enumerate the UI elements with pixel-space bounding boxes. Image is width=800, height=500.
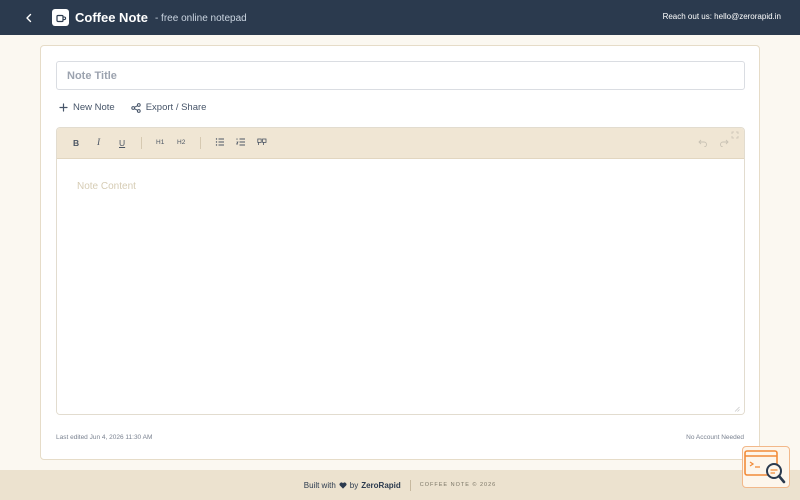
chevron-left-icon	[26, 13, 32, 22]
note-content-area[interactable]: Note Content	[57, 159, 744, 414]
search-window-icon	[744, 450, 786, 484]
toolbar-divider	[141, 137, 142, 149]
copyright-text: COFFEE NOTE © 2026	[419, 482, 497, 488]
note-editor: B I U H1 H2 Note Content	[56, 127, 745, 415]
bullet-list-icon	[215, 138, 224, 146]
quote-icon	[257, 138, 267, 145]
note-title-input[interactable]	[56, 61, 745, 90]
plus-icon	[59, 103, 68, 112]
heading1-button[interactable]: H1	[156, 139, 164, 146]
underline-button[interactable]: U	[119, 138, 125, 148]
resize-handle-icon[interactable]	[734, 406, 740, 412]
app-title: Coffee Note	[75, 10, 148, 25]
account-status: No Account Needed	[686, 434, 744, 441]
redo-button[interactable]	[719, 137, 729, 147]
app-subtitle: - free online notepad	[154, 12, 247, 24]
last-edited-timestamp: Last edited Jun 4, 2026 11:30 AM	[56, 434, 153, 441]
bold-button[interactable]: B	[73, 138, 79, 148]
brand-link[interactable]: ZeroRapid	[361, 481, 401, 490]
contact-link[interactable]: Reach out us: hello@zerorapid.in	[663, 12, 781, 21]
note-actions: New Note Export / Share	[59, 102, 206, 113]
expand-icon	[731, 131, 739, 139]
new-note-button[interactable]: New Note	[59, 102, 115, 113]
built-with-label: Built with	[303, 480, 336, 490]
export-share-label: Export / Share	[145, 102, 207, 113]
note-content-placeholder: Note Content	[77, 181, 136, 192]
numbered-list-icon	[236, 138, 245, 146]
export-share-button[interactable]: Export / Share	[131, 102, 207, 113]
redo-icon	[720, 139, 729, 147]
by-label: by	[349, 480, 359, 490]
footer-divider	[409, 479, 411, 491]
italic-button[interactable]: I	[97, 138, 100, 148]
note-card: New Note Export / Share B I U H1 H2	[40, 45, 760, 460]
undo-button[interactable]	[698, 137, 708, 147]
share-icon	[131, 102, 141, 113]
heading2-button[interactable]: H2	[177, 139, 185, 146]
logo	[52, 9, 69, 26]
heart-icon	[339, 481, 347, 489]
fullscreen-button[interactable]	[731, 131, 739, 139]
feedback-widget[interactable]	[742, 446, 790, 488]
coffee-cup-icon	[55, 14, 66, 22]
blockquote-button[interactable]	[257, 137, 267, 147]
formatting-toolbar: B I U H1 H2	[57, 128, 744, 159]
top-bar: Coffee Note - free online notepad Reach …	[0, 0, 800, 35]
bullet-list-button[interactable]	[215, 137, 225, 147]
undo-icon	[698, 139, 707, 147]
numbered-list-button[interactable]	[236, 137, 246, 147]
toolbar-divider	[200, 137, 201, 149]
new-note-label: New Note	[73, 102, 115, 113]
footer: Built with by ZeroRapid COFFEE NOTE © 20…	[0, 470, 800, 500]
back-button[interactable]	[22, 11, 36, 25]
